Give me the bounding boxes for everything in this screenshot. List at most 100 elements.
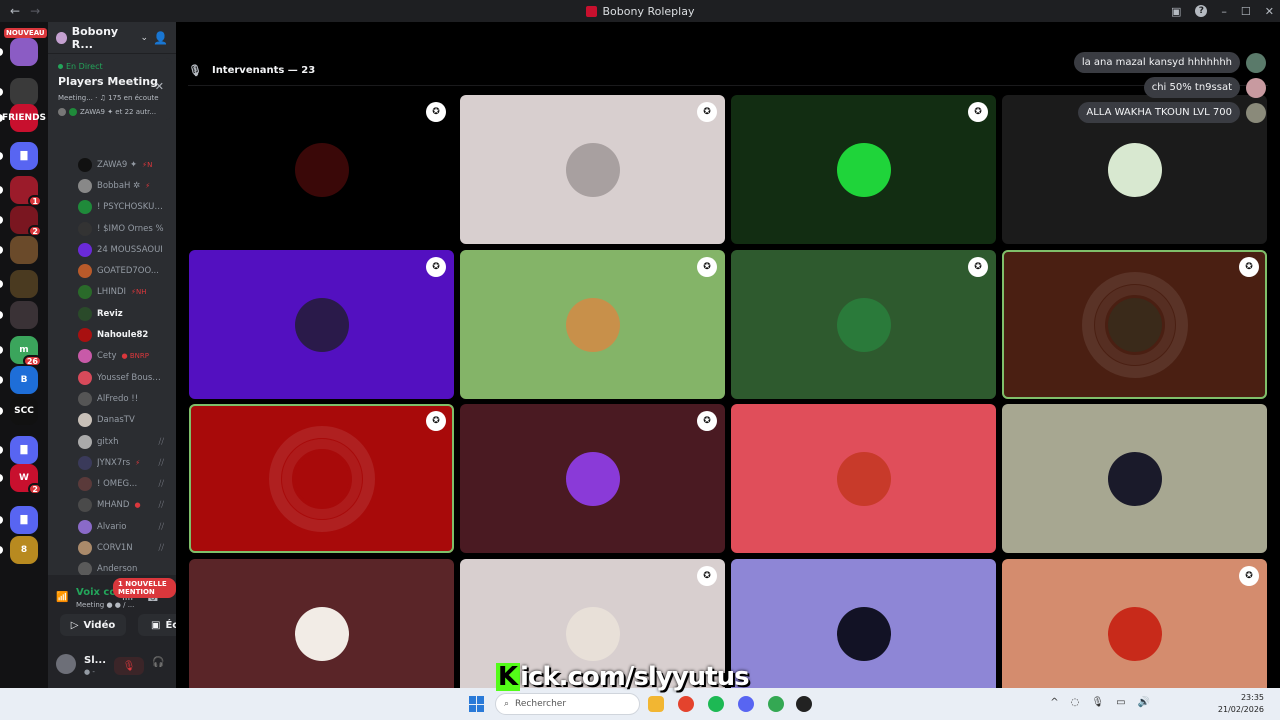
voice-member[interactable]: Cety ● BNRP bbox=[48, 346, 176, 367]
server-icon[interactable]: ▇ bbox=[0, 506, 38, 534]
server-icon[interactable] bbox=[0, 78, 38, 106]
speaker-tile[interactable]: ✪ bbox=[1002, 559, 1267, 688]
unread-pill bbox=[0, 88, 3, 96]
server-icon[interactable]: 1 bbox=[0, 176, 42, 207]
speaker-tile[interactable]: ✪ bbox=[731, 95, 996, 244]
voice-member[interactable]: Alvario ⧸⧸ bbox=[48, 516, 176, 537]
voice-member[interactable]: DanasTV bbox=[48, 410, 176, 431]
app-icon[interactable] bbox=[796, 696, 812, 712]
speaker-tile[interactable] bbox=[731, 404, 996, 553]
user-panel: Sl... ● - 🎙 🎧 ⚙ bbox=[48, 649, 176, 688]
minimize-button[interactable]: – bbox=[1221, 5, 1227, 18]
server-icon[interactable]: 2 bbox=[0, 206, 42, 237]
speaker-tile[interactable]: ✪ bbox=[460, 404, 725, 553]
search-icon: ⌕ bbox=[504, 699, 510, 709]
network-off-icon[interactable]: ◌ bbox=[1071, 697, 1080, 708]
file-explorer-icon[interactable] bbox=[648, 696, 664, 712]
voice-member[interactable]: gitxh ⧸⧸ bbox=[48, 431, 176, 452]
voice-member[interactable]: ! PSYCHOSKULLS... bbox=[48, 197, 176, 218]
screen-share-button[interactable]: ▣ Écran bbox=[138, 614, 176, 636]
member-tag: ⚡N bbox=[142, 160, 153, 169]
speaker-tile[interactable]: ✪ bbox=[460, 250, 725, 399]
speaker-tile[interactable]: ✪ bbox=[189, 250, 454, 399]
display-icon[interactable]: ▭ bbox=[1116, 697, 1125, 708]
mic-muted-icon[interactable]: 🎙 bbox=[114, 657, 144, 675]
server-avatar: FRIENDS bbox=[2, 104, 46, 132]
server-icon[interactable]: ▇ bbox=[0, 142, 38, 170]
server-avatar bbox=[10, 236, 38, 264]
server-icon[interactable]: ▇ bbox=[0, 436, 38, 464]
microphone-icon[interactable]: 🎙 bbox=[1091, 697, 1104, 708]
chat-message: la ana mazal kansyd hhhhhhh bbox=[1073, 52, 1266, 73]
taskbar-search[interactable]: ⌕ Rechercher bbox=[495, 693, 640, 715]
server-icon[interactable] bbox=[0, 301, 38, 329]
voice-member[interactable]: CORV1N ⧸⧸ bbox=[48, 537, 176, 558]
speaker-avatar bbox=[1107, 297, 1162, 352]
maximize-button[interactable]: ☐ bbox=[1241, 5, 1251, 18]
server-icon[interactable] bbox=[0, 38, 38, 66]
taskbar-clock[interactable]: 23:35 21/02/2026 bbox=[1218, 692, 1264, 716]
voice-member[interactable]: BobbaH ✲ ⚡ bbox=[48, 175, 176, 196]
server-icon[interactable]: 8 bbox=[0, 536, 38, 564]
speaker-tile[interactable]: ✪ bbox=[189, 404, 454, 553]
forward-arrow-icon[interactable]: → bbox=[30, 4, 40, 18]
speaker-tile[interactable]: ✪ bbox=[731, 250, 996, 399]
chrome-icon[interactable] bbox=[678, 696, 694, 712]
speaker-avatar bbox=[836, 297, 891, 352]
voice-member[interactable]: ! $IMO Ornes % bbox=[48, 218, 176, 239]
voice-member[interactable]: JYNX7rs ⚡ ⧸⧸ bbox=[48, 452, 176, 473]
user-avatar[interactable] bbox=[56, 654, 76, 674]
voice-member[interactable]: AlFredo !! bbox=[48, 388, 176, 409]
member-name: LHINDI bbox=[97, 287, 127, 298]
invite-people-icon[interactable]: 👤 bbox=[153, 31, 168, 45]
voice-member[interactable]: GOATED7OO... bbox=[48, 260, 176, 281]
speaker-avatar bbox=[836, 451, 891, 506]
server-icon[interactable] bbox=[0, 270, 38, 298]
speaker-tile[interactable]: ✪ bbox=[460, 95, 725, 244]
new-mention-pill[interactable]: 1 NOUVELLE MENTION bbox=[113, 578, 176, 598]
chrome-profile-icon[interactable] bbox=[768, 696, 784, 712]
headphones-icon[interactable]: 🎧 bbox=[152, 657, 164, 668]
server-icon[interactable] bbox=[0, 236, 38, 264]
speaker-tile[interactable]: ✪ bbox=[1002, 250, 1267, 399]
guild-header[interactable]: Bobony R... ⌄ 👤 bbox=[48, 22, 176, 54]
show-hidden-icons-icon[interactable]: ^ bbox=[1050, 697, 1058, 708]
inbox-icon[interactable]: ▣ bbox=[1171, 5, 1181, 18]
live-indicator: En Direct bbox=[58, 62, 166, 71]
voice-member[interactable]: ZAWA9 ✦ ⚡N bbox=[48, 154, 176, 175]
voice-member[interactable]: Youssef Boush... bbox=[48, 367, 176, 388]
server-icon[interactable]: W2 bbox=[0, 464, 42, 495]
speaker-tile[interactable]: ✪ bbox=[189, 95, 454, 244]
signal-icon[interactable]: 📶 bbox=[56, 592, 68, 603]
voice-member[interactable]: Nahoule82 bbox=[48, 324, 176, 345]
start-button[interactable] bbox=[469, 696, 485, 712]
speaker-tile[interactable] bbox=[731, 559, 996, 688]
avatar bbox=[78, 477, 92, 492]
close-event-icon[interactable]: ✕ bbox=[155, 80, 164, 93]
voice-member-list: ZAWA9 ✦ ⚡N BobbaH ✲ ⚡ ! PSYCHOSKULLS... ! $IM… bbox=[48, 154, 176, 580]
voice-member[interactable]: MHAND ● ⧸⧸ bbox=[48, 495, 176, 516]
user-name[interactable]: Sl... bbox=[84, 655, 106, 666]
voice-member[interactable]: LHINDI ⚡NH bbox=[48, 282, 176, 303]
speaker-avatar bbox=[836, 606, 891, 661]
volume-icon[interactable]: 🔊 bbox=[1138, 697, 1150, 708]
server-icon[interactable]: FRIENDS bbox=[0, 104, 46, 132]
speaker-avatar bbox=[69, 108, 77, 116]
live-event-card[interactable]: En Direct ✕ Players Meeting Meeting... ·… bbox=[52, 58, 172, 120]
event-title: Players Meeting bbox=[58, 75, 158, 88]
server-icon[interactable]: SCC bbox=[0, 397, 38, 425]
speaker-tile[interactable] bbox=[189, 559, 454, 688]
server-icon[interactable]: B bbox=[0, 366, 38, 394]
voice-member[interactable]: Reviz bbox=[48, 303, 176, 324]
voice-member[interactable]: 24 MOUSSAOUI bbox=[48, 239, 176, 260]
server-avatar: ▇ bbox=[10, 142, 38, 170]
video-button[interactable]: ▷ Vidéo bbox=[60, 614, 126, 636]
spotify-icon[interactable] bbox=[708, 696, 724, 712]
discord-icon[interactable] bbox=[738, 696, 754, 712]
back-arrow-icon[interactable]: ← bbox=[10, 4, 20, 18]
speaker-tile[interactable] bbox=[1002, 404, 1267, 553]
close-button[interactable]: ✕ bbox=[1265, 5, 1274, 18]
server-icon[interactable]: m 26 bbox=[0, 336, 42, 367]
help-icon[interactable]: ? bbox=[1195, 5, 1208, 17]
voice-member[interactable]: ! OMEG... ⧸⧸ bbox=[48, 473, 176, 494]
